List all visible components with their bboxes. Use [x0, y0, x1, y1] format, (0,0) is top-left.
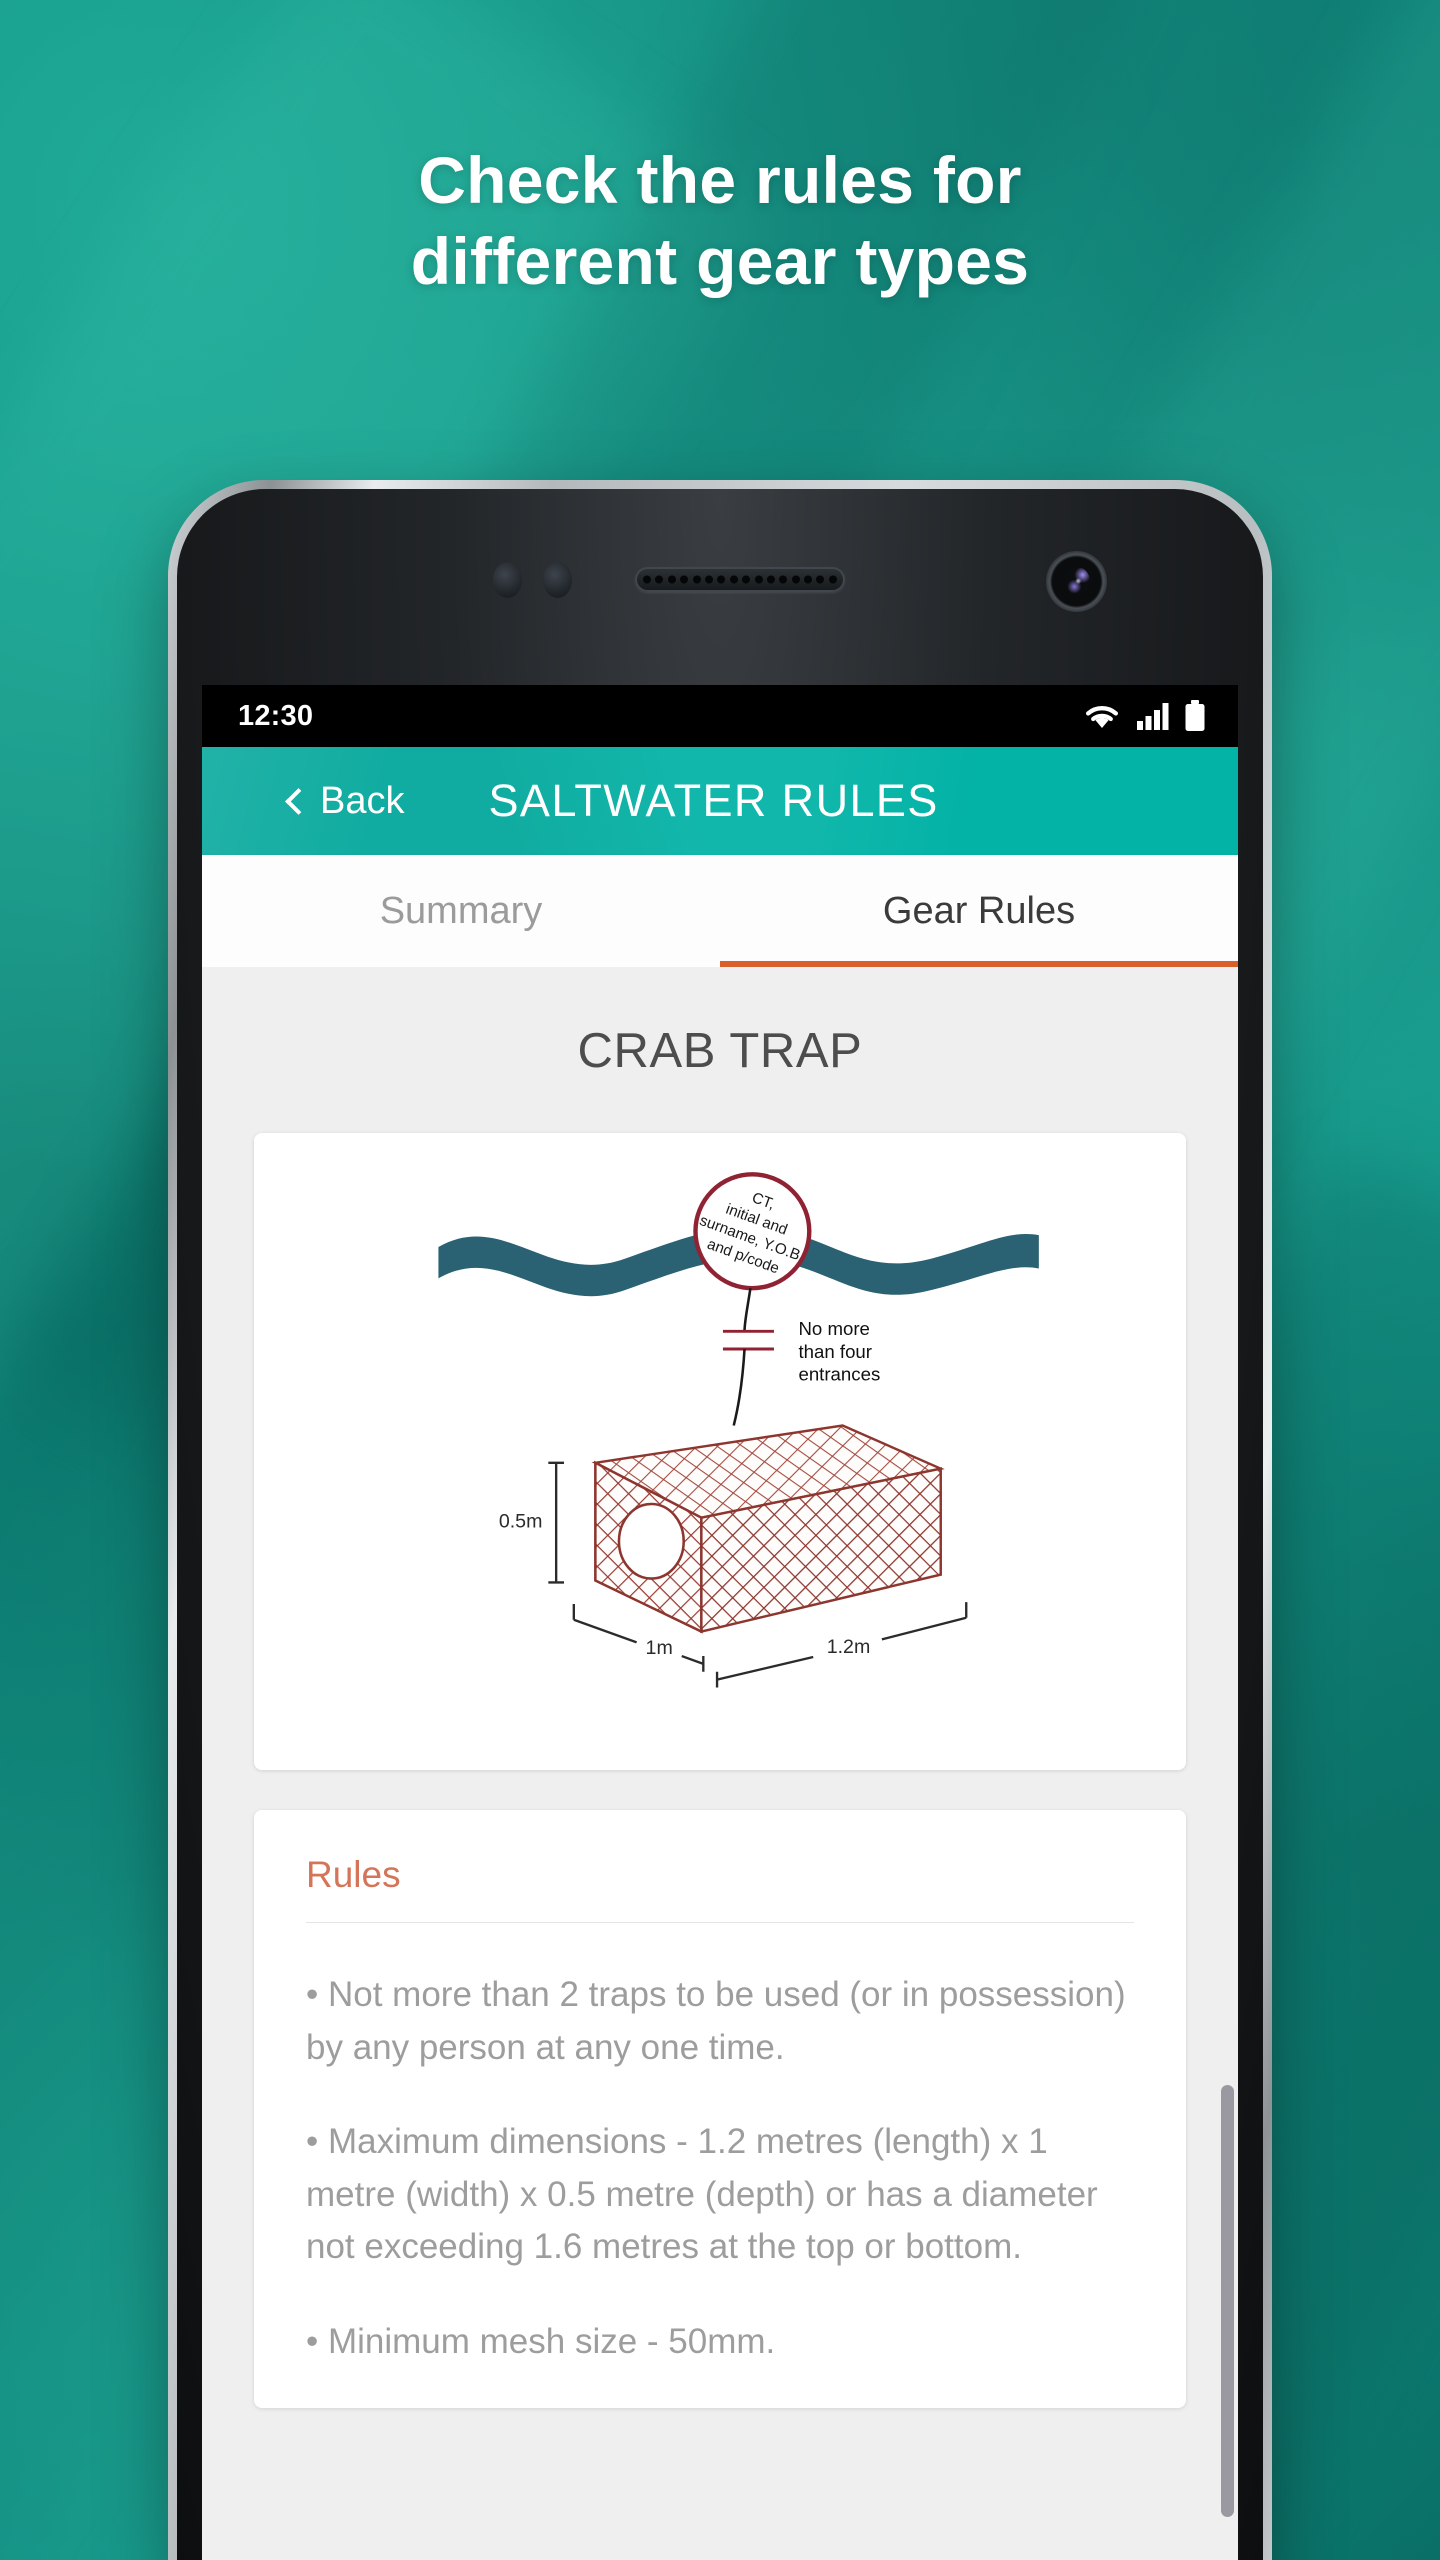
- back-button-label: Back: [320, 779, 405, 822]
- rule-item: • Not more than 2 traps to be used (or i…: [306, 1975, 1126, 2067]
- promo-headline-line-2: different gear types: [410, 223, 1030, 298]
- dimension-label-length: 1.2m: [827, 1636, 871, 1658]
- phone-top-bezel: [177, 489, 1263, 685]
- speaker-grille: [643, 575, 837, 584]
- scrollbar-thumb[interactable]: [1221, 2085, 1234, 2517]
- page-title: SALTWATER RULES: [488, 775, 939, 826]
- entrance-note-line-2: than four: [798, 1341, 872, 1362]
- tab-summary[interactable]: Summary: [202, 855, 720, 967]
- phone-screen: 12:30 Back SALTWATER RULES Summary Gear …: [202, 685, 1238, 2560]
- wifi-icon: [1082, 701, 1122, 731]
- rules-list: • Not more than 2 traps to be used (or i…: [254, 1923, 1186, 2368]
- promo-headline: Check the rules for different gear types: [0, 140, 1440, 301]
- crab-trap-diagram: CT, initial and surname, Y.O.B and p/cod…: [438, 1172, 1039, 1688]
- chevron-left-icon: [285, 787, 312, 815]
- trap-rope: [732, 1348, 746, 1426]
- tab-gear-rules[interactable]: Gear Rules: [720, 855, 1238, 967]
- rule-item: • Minimum mesh size - 50mm.: [306, 2321, 776, 2361]
- app-bar: Back SALTWATER RULES: [202, 747, 1238, 855]
- trap-entrance-hole: [617, 1502, 685, 1580]
- entrance-note-line-3: entrances: [798, 1363, 880, 1384]
- status-bar-icons: [1082, 700, 1206, 732]
- proximity-sensor-icon: [493, 562, 522, 598]
- promo-headline-line-1: Check the rules for: [418, 143, 1022, 217]
- entrance-note-line-1: No more: [798, 1318, 869, 1339]
- rules-card: Rules • Not more than 2 traps to be used…: [254, 1810, 1186, 2408]
- rules-heading: Rules: [306, 1854, 401, 1895]
- rule-item: • Maximum dimensions - 1.2 metres (lengt…: [306, 2122, 1098, 2266]
- gear-type-title: CRAB TRAP: [577, 1024, 863, 1078]
- crab-trap-diagram-card: CT, initial and surname, Y.O.B and p/cod…: [254, 1133, 1186, 1770]
- phone-mockup: 12:30 Back SALTWATER RULES Summary Gear …: [168, 480, 1272, 2560]
- float-rope: [743, 1287, 752, 1332]
- status-bar-clock: 12:30: [238, 699, 314, 732]
- front-camera-icon: [1046, 551, 1107, 612]
- light-sensor-icon: [543, 562, 572, 598]
- battery-icon: [1184, 700, 1206, 732]
- status-bar: 12:30: [202, 685, 1238, 747]
- back-button[interactable]: Back: [285, 779, 405, 823]
- earpiece-speaker-icon: [635, 567, 845, 592]
- phone-body: 12:30 Back SALTWATER RULES Summary Gear …: [177, 489, 1263, 2560]
- tab-summary-label: Summary: [379, 889, 543, 932]
- signal-icon: [1136, 701, 1170, 731]
- dimension-line-height: [548, 1461, 565, 1584]
- dimension-label-height: 0.5m: [499, 1511, 543, 1533]
- tab-bar: Summary Gear Rules: [202, 855, 1238, 967]
- dimension-label-width: 1m: [646, 1637, 673, 1659]
- scroll-content[interactable]: CRAB TRAP CT, initial and surname, Y.O.B…: [202, 967, 1238, 2560]
- tab-gear-rules-label: Gear Rules: [882, 889, 1076, 932]
